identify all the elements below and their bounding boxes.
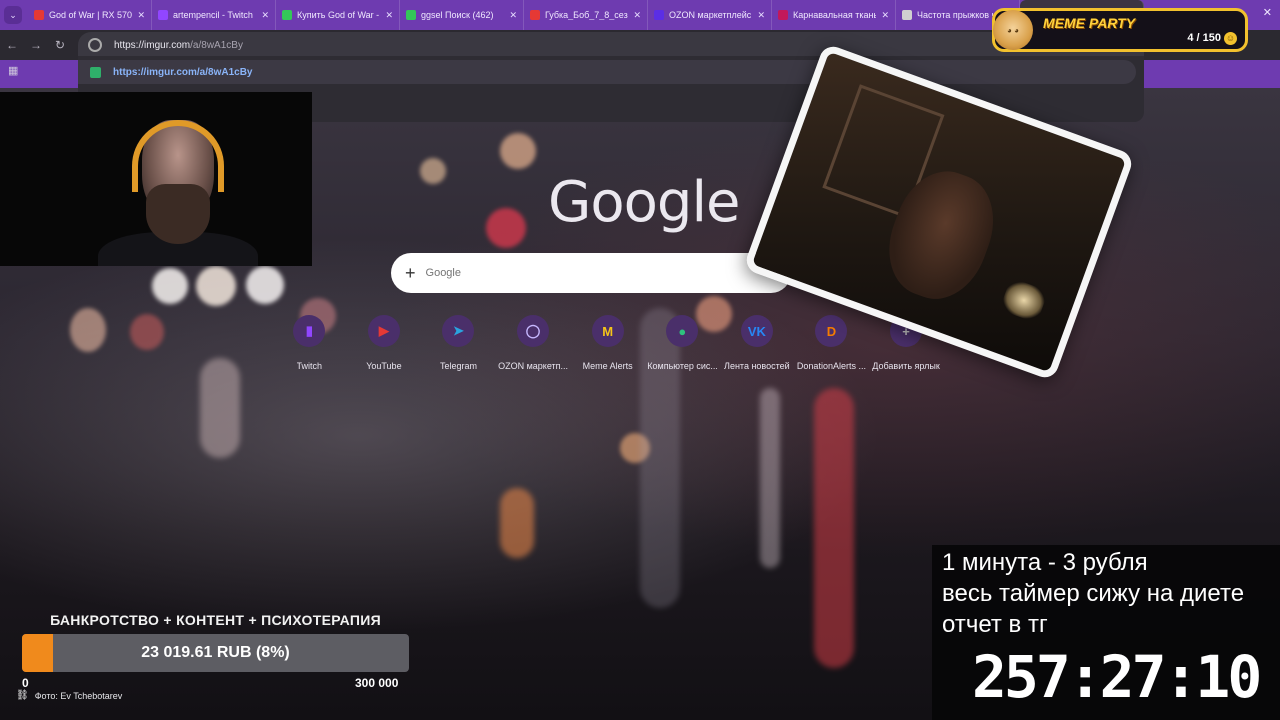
google-search-box[interactable]: + [391, 253, 791, 293]
tab-search-button[interactable]: ⌄ [4, 6, 22, 24]
tab-favicon-icon [34, 10, 44, 20]
tab-close-icon[interactable]: ✕ [137, 10, 145, 21]
tab-2[interactable]: Купить God of War - ✕ [276, 0, 400, 30]
tab-favicon-icon [158, 10, 168, 20]
shortcut-5[interactable]: ● Компьютер сис... [645, 315, 720, 371]
tab-close-icon[interactable]: ✕ [757, 10, 765, 21]
ozon-icon: ◯ [517, 315, 550, 347]
shortcut-0[interactable]: ▮ Twitch [272, 315, 347, 371]
apps-grid-icon[interactable]: ▦ [8, 64, 18, 77]
address-bar[interactable]: https://imgur.com/a/8wA1cBy [78, 32, 1144, 58]
photo-credit[interactable]: ⛓ Фото: Ev Tchebotarev [16, 690, 122, 701]
meme-party-count: 4 / 150 [1187, 32, 1221, 44]
tab-3[interactable]: ggsel Поиск (462) ✕ [400, 0, 524, 30]
suggestion-url: https://imgur.com/a/8wA1cBy [113, 66, 253, 78]
tab-title: Частота прыжков че [917, 10, 1001, 20]
shortcut-label: Компьютер сис... [647, 361, 718, 371]
tab-close-icon[interactable]: ✕ [509, 10, 517, 21]
goal-min: 0 [22, 676, 29, 690]
tab-title: Губка_Боб_7_8_сезо [545, 10, 629, 20]
tab-close-icon[interactable]: ✕ [881, 10, 889, 21]
subathon-timer-panel: 1 минута - 3 рубля весь таймер сижу на д… [932, 545, 1280, 720]
tab-favicon-icon [406, 10, 416, 20]
tab-title: ggsel Поиск (462) [421, 10, 494, 20]
shortcut-6[interactable]: VK Лента новостей [720, 315, 795, 371]
shortcut-label: YouTube [366, 361, 402, 371]
tab-title: Купить God of War - [297, 10, 380, 20]
tab-0[interactable]: God of War | RX 570( ✕ [28, 0, 152, 30]
tab-6[interactable]: Карнавальная ткань ✕ [772, 0, 896, 30]
shortcut-7[interactable]: D DonationAlerts ... [794, 315, 869, 371]
plus-icon[interactable]: + [405, 263, 416, 284]
shortcut-label: OZON маркетп... [498, 361, 569, 371]
donationalerts-icon: D [815, 315, 848, 347]
shortcut-1[interactable]: ▶ YouTube [347, 315, 422, 371]
link-icon: ⛓ [16, 690, 29, 701]
tab-close-icon[interactable]: ✕ [261, 10, 269, 21]
tabs-container: God of War | RX 570(✕ artempencil - Twitc… [28, 0, 1144, 30]
streamer-webcam [0, 92, 312, 266]
goal-progress-bar: 23 019.61 RUB (8%) [22, 634, 409, 672]
tab-close-icon[interactable]: ✕ [633, 10, 641, 21]
reload-icon[interactable]: ↻ [48, 38, 72, 52]
goal-progress-text: 23 019.61 RUB (8%) [141, 644, 290, 661]
lamp-icon [999, 277, 1049, 324]
tab-close-icon[interactable]: ✕ [385, 10, 393, 21]
forward-arrow-icon[interactable]: → [24, 38, 48, 52]
tab-1[interactable]: artempencil - Twitch ✕ [152, 0, 276, 30]
photo-credit-text: Фото: Ev Tchebotarev [34, 690, 123, 701]
shortcut-4[interactable]: M Meme Alerts [570, 315, 645, 371]
close-window-button[interactable]: ✕ [1263, 6, 1272, 19]
shortcut-tiles: ▮ Twitch ▶ YouTube ➤ Telegram ◯ OZON маркетп...… [272, 315, 943, 371]
tab-favicon-icon [778, 10, 788, 20]
timer-clock: 257:27:10 [972, 643, 1262, 711]
headphones-icon [132, 120, 224, 192]
goal-title: БАНКРОТСТВО + КОНТЕНТ + ПСИХОТЕРАПИЯ [50, 612, 381, 628]
doge-avatar-icon: ◕ ◕ [993, 10, 1033, 50]
tab-favicon-icon [530, 10, 540, 20]
google-search-input[interactable] [425, 267, 726, 279]
meme-party-title: MEME PARTY [1043, 15, 1136, 31]
tab-4[interactable]: Губка_Боб_7_8_сезо ✕ [524, 0, 648, 30]
shortcut-label: Twitch [296, 361, 323, 371]
timer-rule-line: отчет в тг [942, 611, 1048, 638]
google-logo: Google [548, 170, 740, 235]
shortcut-label: Лента новостей [724, 361, 790, 371]
omnibox-suggestion[interactable]: https://imgur.com/a/8wA1cBy [78, 60, 1136, 84]
telegram-icon: ➤ [442, 315, 475, 347]
shortcut-2[interactable]: ➤ Telegram [421, 315, 496, 371]
meme-party-widget: ◕ ◕ MEME PARTY 4 / 150 ☺ [992, 8, 1248, 52]
tab-favicon-icon [902, 10, 912, 20]
vk-icon: VK [740, 315, 773, 347]
twitch-icon: ▮ [293, 315, 326, 347]
address-url[interactable]: https://imgur.com/a/8wA1cBy [114, 40, 243, 51]
tab-favicon-icon [282, 10, 292, 20]
shortcut-3[interactable]: ◯ OZON маркетп... [496, 315, 571, 371]
shortcut-label: Meme Alerts [582, 361, 633, 371]
timer-rule-line: 1 минута - 3 рубля [942, 549, 1148, 576]
shortcut-label: Добавить ярлык [872, 361, 940, 371]
tab-title: God of War | RX 570( [49, 10, 133, 20]
youtube-icon: ▶ [367, 315, 400, 347]
tab-title: Карнавальная ткань [793, 10, 877, 20]
shortcut-label: DonationAlerts ... [796, 361, 866, 371]
computer-icon: ● [666, 315, 699, 347]
memealerts-icon: M [591, 315, 624, 347]
tab-5[interactable]: OZON маркетплейс ✕ [648, 0, 772, 30]
goal-max: 300 000 [355, 676, 399, 690]
site-info-icon[interactable] [88, 38, 102, 52]
tab-title: artempencil - Twitch [173, 10, 253, 20]
timer-rule-line: весь таймер сижу на диете [942, 580, 1245, 607]
back-arrow-icon[interactable]: ← [0, 38, 24, 52]
tab-favicon-icon [654, 10, 664, 20]
tab-title: OZON маркетплейс [669, 10, 752, 20]
coin-icon: ☺ [1224, 32, 1237, 45]
shortcut-label: Telegram [439, 361, 477, 371]
imgur-favicon-icon [90, 66, 101, 78]
